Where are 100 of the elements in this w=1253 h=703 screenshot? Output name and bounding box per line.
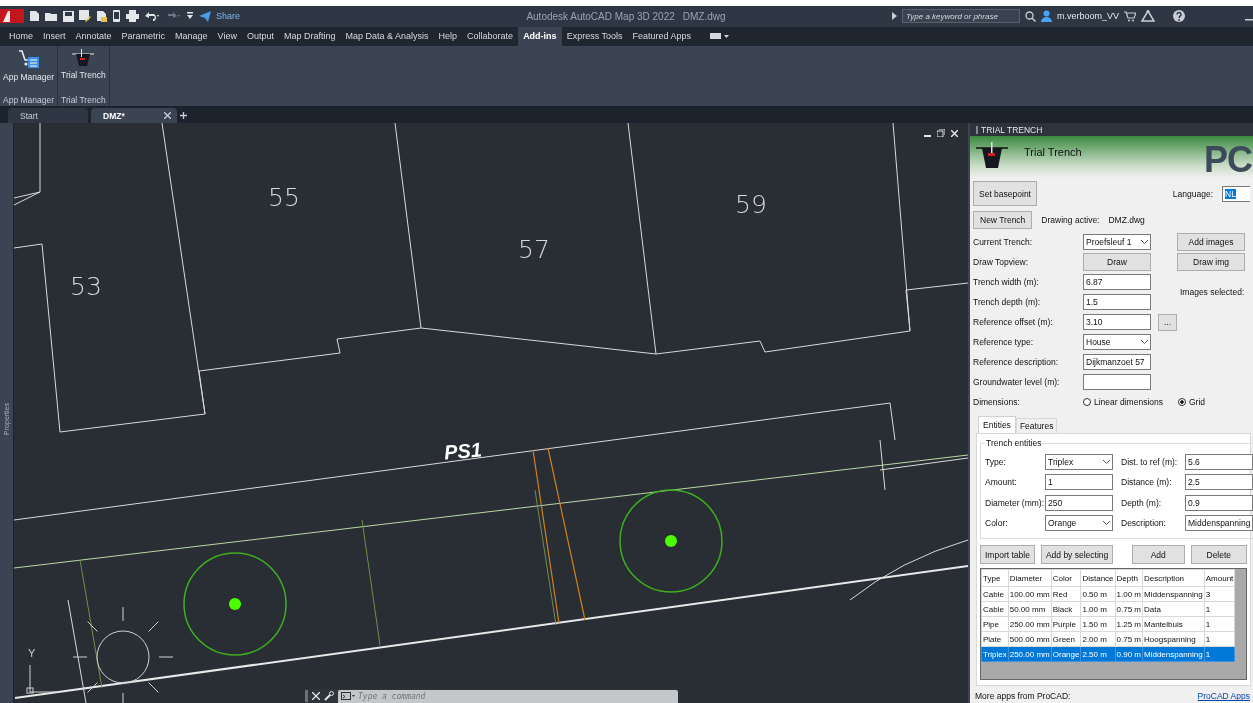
save-as-icon[interactable]	[79, 10, 91, 23]
column-header[interactable]: Depth	[1115, 569, 1143, 587]
app-logo-icon[interactable]	[0, 9, 24, 24]
dropdown[interactable]: House	[1083, 334, 1151, 351]
help-icon[interactable]	[1173, 10, 1185, 23]
dropdown[interactable]: Orange	[1045, 515, 1113, 532]
ucs-axis-icon	[26, 664, 59, 694]
ribbon-tab[interactable]: Help	[433, 26, 463, 46]
panel-toggle-icon[interactable]	[710, 32, 731, 41]
ribbon-button[interactable]: Trial Trench	[60, 48, 107, 80]
cart-icon[interactable]	[1124, 10, 1136, 22]
paper-plane-icon[interactable]	[199, 10, 211, 22]
expand-arrow-icon[interactable]	[891, 12, 897, 21]
field-label: Trench width (m):	[973, 277, 1040, 288]
ribbon-tab[interactable]: Manage	[170, 26, 213, 46]
logo-text: PC	[1204, 142, 1252, 179]
text-field[interactable]: 6.87	[1083, 274, 1151, 291]
table-row[interactable]: Triplex 250.00 mm Orange 2.50 m 0.90 m Middenspanning 1	[981, 646, 1235, 662]
open-folder-icon[interactable]	[45, 10, 58, 22]
field-label: Distance (m):	[1121, 477, 1173, 488]
language-dropdown[interactable]: NL	[1222, 185, 1250, 202]
text-field[interactable]: 3.10	[1083, 314, 1151, 331]
action-button[interactable]: Add by selecting	[1040, 545, 1113, 565]
command-line-field[interactable]: Type a command	[338, 689, 678, 703]
action-button[interactable]: Import table	[980, 545, 1035, 565]
search-field[interactable]: Type a keyword or phrase	[901, 9, 1020, 24]
action-button[interactable]: Delete	[1190, 545, 1247, 565]
close-icon[interactable]	[312, 692, 320, 700]
undo-icon[interactable]	[144, 11, 160, 22]
field-label: Dimensions:	[973, 397, 1021, 408]
ribbon-panel-label: App Manager	[3, 94, 55, 105]
new-file-icon[interactable]	[29, 10, 40, 23]
footer-text: More apps from ProCAD:	[975, 691, 1071, 703]
table-row[interactable]: Pipe 250.00 mm Purple 1.50 m 1.25 m Mantelbuis 1	[981, 616, 1235, 632]
draw-button[interactable]: Draw	[1083, 253, 1151, 272]
table-row[interactable]: Cable 100.00 mm Red 0.50 m 1.00 m Middenspanning 3	[981, 586, 1235, 602]
ribbon-tab[interactable]: Home	[4, 26, 38, 46]
command-prompt-icon[interactable]	[341, 692, 355, 700]
new-trench-button[interactable]: New Trench	[973, 211, 1033, 230]
ribbon-button[interactable]: App Manager	[2, 48, 56, 82]
ribbon-tab[interactable]: Insert	[38, 26, 71, 46]
tab[interactable]: Features	[1015, 418, 1058, 434]
text-field[interactable]: Dijkmanzoet 57	[1083, 354, 1151, 371]
document-tab[interactable]: DMZ*	[91, 108, 177, 123]
text-field[interactable]: 5.6	[1185, 453, 1253, 470]
ribbon-tab[interactable]: Map Data & Analysis	[340, 26, 434, 46]
text-field[interactable]: 1	[1045, 474, 1113, 491]
document-tab[interactable]: Start	[8, 108, 88, 123]
wrench-icon[interactable]	[324, 691, 334, 701]
mobile-icon[interactable]	[112, 10, 121, 23]
column-header[interactable]: Amount	[1204, 569, 1235, 587]
dropdown[interactable]: Triplex	[1045, 453, 1113, 470]
user-name-menu[interactable]: m.verboom_VV	[1056, 11, 1119, 22]
text-field[interactable]: 250	[1045, 494, 1113, 511]
set-basepoint-button[interactable]: Set basepoint	[973, 181, 1037, 207]
dropdown[interactable]: Proefsleuf 1	[1083, 234, 1151, 251]
radio-option[interactable]: Linear dimensions	[1083, 397, 1163, 408]
add-tab-icon[interactable]	[179, 111, 188, 120]
text-field[interactable]: Middenspanning	[1185, 515, 1253, 532]
close-icon[interactable]	[164, 112, 171, 119]
add-images-button[interactable]: Add images	[1177, 233, 1245, 252]
share-button[interactable]: Share	[216, 11, 241, 22]
text-field[interactable]	[1083, 374, 1151, 391]
table-row[interactable]: Plate 500.00 mm Green 2.00 m 0.75 m Hoogspanning 1	[981, 631, 1235, 647]
column-header[interactable]: Description	[1142, 569, 1205, 587]
close-icon[interactable]	[951, 129, 958, 137]
radio-option[interactable]: Grid	[1178, 397, 1206, 408]
table-row[interactable]: Cable 50.00 mm Black 1.00 m 0.75 m Data 1	[981, 601, 1235, 617]
dropdown-caret-icon	[1103, 459, 1110, 464]
publish-icon[interactable]	[96, 10, 107, 23]
grip-icon	[305, 690, 308, 702]
restore-icon[interactable]	[937, 129, 945, 137]
text-field[interactable]: 0.9	[1185, 494, 1253, 511]
draw-image-button[interactable]: Draw img	[1177, 253, 1245, 272]
window-title: Autodesk AutoCAD Map 3D 2022	[526, 10, 675, 22]
ribbon-tab[interactable]: Express Tools	[561, 26, 628, 46]
text-field[interactable]: 1.5	[1083, 294, 1151, 311]
procad-apps-link[interactable]: ProCAD Apps	[1197, 691, 1250, 703]
ribbon-tab[interactable]: View	[212, 26, 242, 46]
cart-list-icon	[17, 48, 40, 69]
column-header[interactable]: Type	[981, 569, 1009, 587]
ribbon-tab[interactable]: Map Drafting	[279, 26, 341, 46]
action-button[interactable]: Add	[1131, 545, 1185, 565]
browse-button[interactable]: ...	[1158, 313, 1178, 331]
ribbon-tab[interactable]: Parametric	[116, 26, 171, 46]
column-header[interactable]: Diameter	[1008, 569, 1052, 587]
text-field[interactable]: 2.5	[1185, 474, 1253, 491]
search-icon[interactable]	[1024, 10, 1036, 22]
column-header[interactable]: Color	[1051, 569, 1081, 587]
dropdown-caret-icon	[1141, 340, 1148, 345]
lot-number: 57	[518, 235, 550, 264]
ribbon-tab[interactable]: Output	[241, 26, 279, 46]
network-triangle-icon[interactable]	[1141, 10, 1155, 23]
ribbon-tab[interactable]: Annotate	[70, 26, 117, 46]
tab[interactable]: Entities	[978, 416, 1016, 434]
ribbon-tab[interactable]: Featured Apps	[627, 26, 697, 46]
column-header[interactable]: Distance	[1080, 569, 1116, 587]
save-icon[interactable]	[63, 10, 74, 22]
ribbon-tab[interactable]: Collaborate	[462, 26, 519, 46]
user-icon[interactable]	[1040, 10, 1052, 23]
